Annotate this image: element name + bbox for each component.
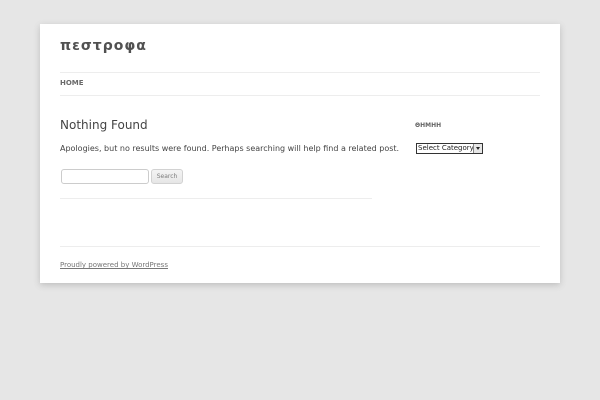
footer-credit-link[interactable]: Proudly powered by WordPress: [60, 261, 168, 269]
content-divider: [60, 198, 372, 199]
category-select-value: Select Category: [418, 144, 474, 152]
search-input[interactable]: [61, 169, 149, 184]
footer-divider: [60, 246, 540, 247]
no-results-message: Apologies, but no results were found. Pe…: [60, 144, 400, 153]
widget-title: ΘΗΜΗΗ: [415, 122, 442, 129]
search-button[interactable]: Search: [151, 169, 183, 184]
site-title[interactable]: πεστροφα: [60, 38, 147, 54]
category-select[interactable]: Select Category: [416, 143, 483, 154]
page-title: Nothing Found: [60, 118, 148, 132]
nav-item-home[interactable]: Home: [60, 79, 84, 87]
chevron-down-icon[interactable]: [473, 144, 482, 153]
main-navigation: Home: [60, 72, 540, 96]
page-container: πεστροφα Home Nothing Found Apologies, b…: [40, 24, 560, 283]
